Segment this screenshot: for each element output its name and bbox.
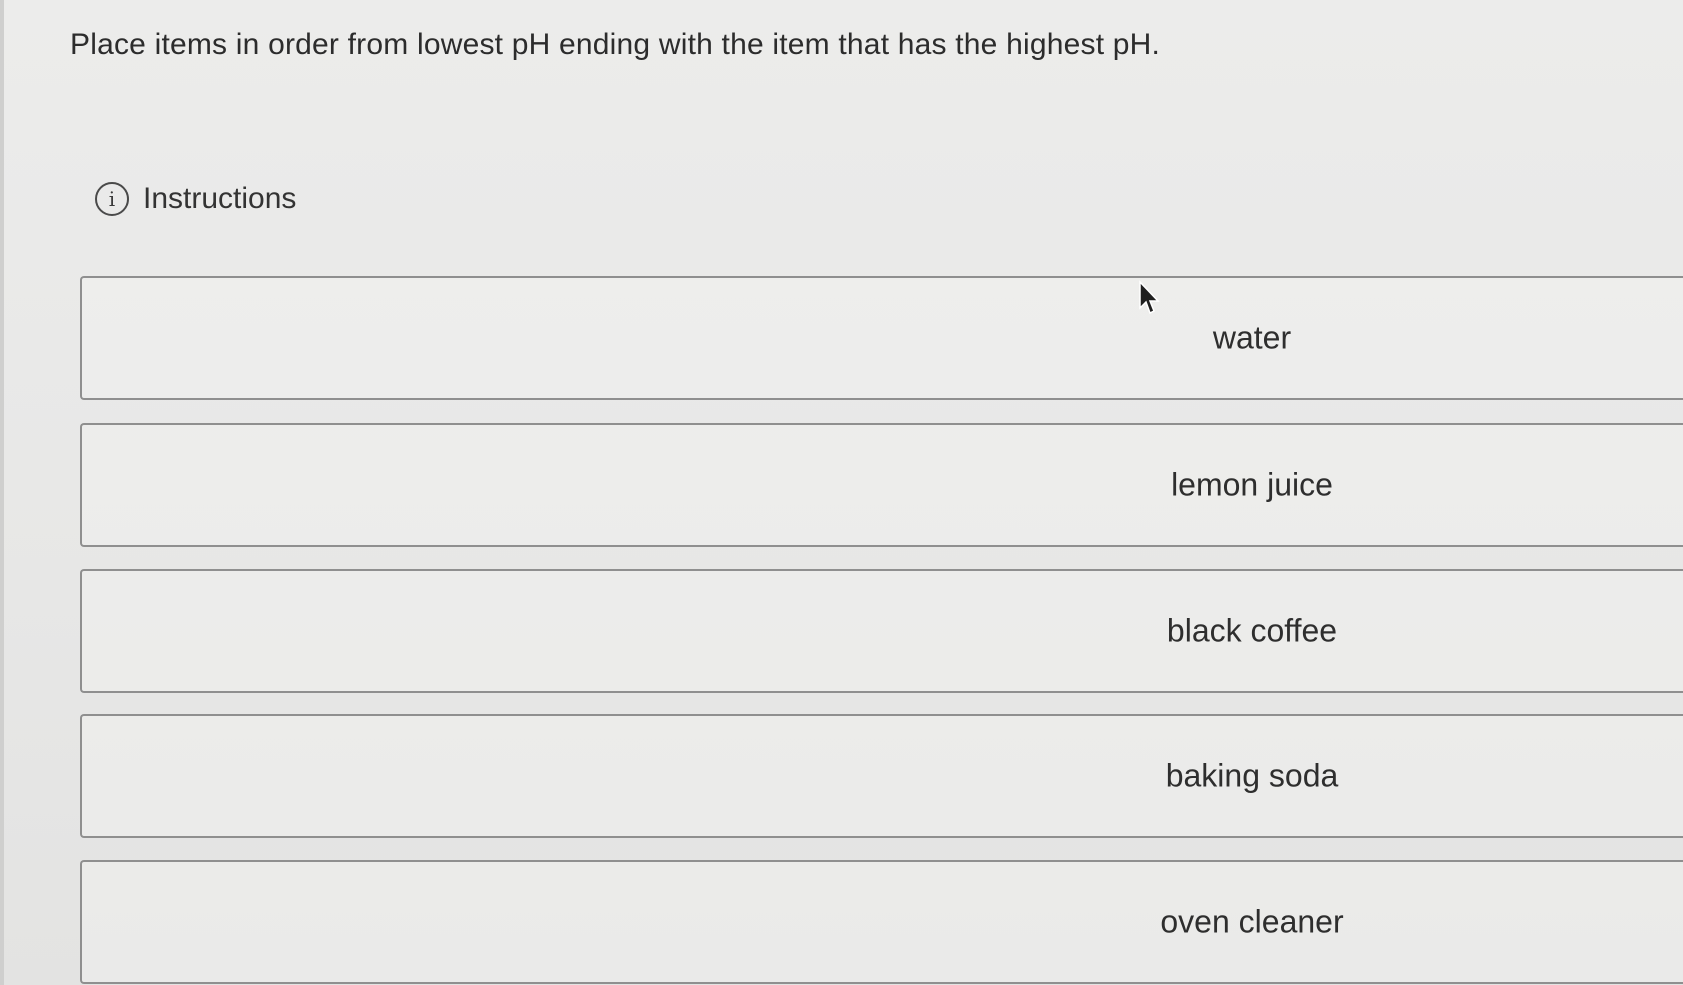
sortable-item-water[interactable]: water	[80, 276, 1683, 400]
instructions-label: Instructions	[143, 182, 297, 215]
info-icon: i	[95, 182, 129, 216]
instructions-toggle[interactable]: i Instructions	[95, 182, 296, 216]
sortable-item-lemon-juice[interactable]: lemon juice	[80, 423, 1683, 547]
question-prompt: Place items in order from lowest pH endi…	[70, 28, 1161, 61]
sortable-item-black-coffee[interactable]: black coffee	[80, 569, 1683, 693]
sortable-item-label: oven cleaner	[1160, 903, 1344, 940]
mouse-pointer-icon	[1139, 280, 1160, 315]
sortable-item-label: lemon juice	[1171, 466, 1333, 503]
sortable-item-baking-soda[interactable]: baking soda	[80, 714, 1683, 838]
sortable-item-label: baking soda	[1165, 757, 1339, 794]
sortable-item-oven-cleaner[interactable]: oven cleaner	[80, 860, 1683, 984]
window-edge	[0, 0, 4, 985]
sortable-item-label: water	[1212, 319, 1292, 356]
sortable-item-label: black coffee	[1166, 612, 1338, 649]
